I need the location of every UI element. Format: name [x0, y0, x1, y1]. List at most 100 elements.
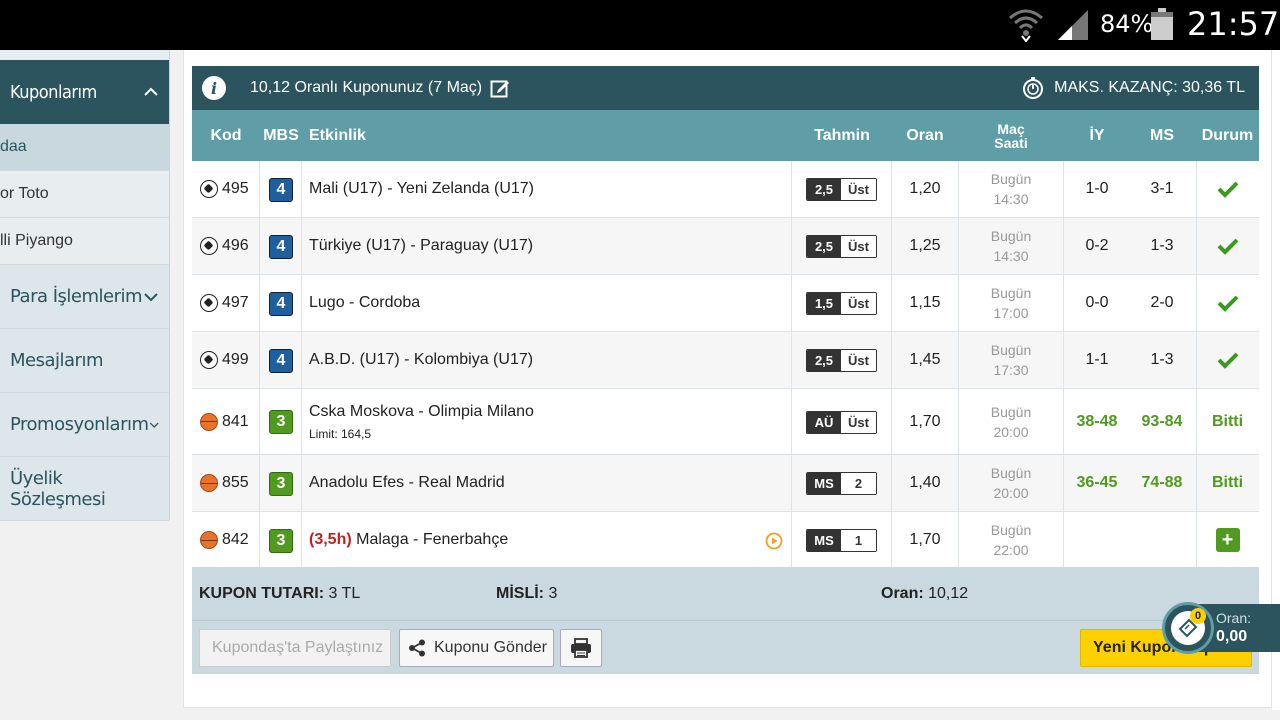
event[interactable]: Anadolu Efes - Real Madrid — [309, 455, 505, 511]
check-icon — [1217, 352, 1238, 369]
mbs-badge: 3 — [269, 410, 293, 434]
prediction-pill: 2,5 Üst — [806, 178, 877, 201]
table-row: 855 3 Anadolu Efes - Real Madrid MS 2 1,40 Bug… — [192, 455, 1259, 512]
status — [1196, 275, 1259, 331]
event[interactable]: Cska Moskova - Olimpia Milano Limit: 164,… — [309, 389, 534, 454]
mbs-badge: 3 — [269, 471, 293, 496]
half-time-score — [1065, 512, 1129, 568]
clock: 21:57 — [1187, 5, 1280, 43]
match-time: Bugün 22:00 — [990, 522, 1032, 558]
half-time-score: 0-2 — [1085, 237, 1109, 254]
coupon-title: 10,12 Oranlı Kuponunuz (7 Maç) — [250, 79, 483, 96]
share-icon — [409, 639, 425, 657]
sidebar-item-mesajlarim[interactable]: Mesajlarım — [0, 329, 169, 393]
battery-percent: 84% — [1100, 10, 1154, 38]
sidebar-subitem[interactable]: lli Piyango — [0, 218, 169, 265]
match-code: 496 — [200, 218, 249, 274]
floating-oran-label: Oran: — [1216, 610, 1252, 626]
match-time: Bugün 20:00 — [990, 465, 1032, 501]
event[interactable]: Mali (U17) - Yeni Zelanda (U17) — [309, 161, 534, 217]
odds: 1,15 — [909, 294, 941, 311]
half-time-score: 1-1 — [1085, 351, 1109, 368]
status — [1196, 161, 1259, 217]
sidebar-subitem[interactable]: daa — [0, 124, 169, 171]
match-code: 497 — [200, 275, 249, 331]
floating-coupon-widget[interactable]: 0 Oran: 0,00 — [1162, 602, 1280, 654]
match-code: 841 — [200, 389, 249, 454]
live-play-icon[interactable] — [765, 532, 783, 550]
event-name: A.B.D. (U17) - Kolombiya (U17) — [309, 351, 534, 368]
event[interactable]: Türkiye (U17) - Paraguay (U17) — [309, 218, 533, 274]
tutar-value: 3 TL — [328, 584, 361, 602]
table-row: 841 3 Cska Moskova - Olimpia Milano Limit: … — [192, 389, 1259, 455]
event-name: Cska Moskova - Olimpia Milano — [309, 402, 534, 420]
full-time-score: 2-0 — [1150, 294, 1174, 311]
misli-value: 3 — [548, 584, 558, 602]
half-time-score: 38-48 — [1076, 412, 1118, 430]
table-row: 495 4 Mali (U17) - Yeni Zelanda (U17) 2,5 Üs… — [192, 161, 1259, 218]
sidebar-item-uyelik-sozlesmesi[interactable]: Üyelik Sözleşmesi — [0, 457, 169, 521]
status: + — [1196, 512, 1259, 568]
coupon-header: i 10,12 Oranlı Kuponunuz (7 Maç) MAKS. K… — [192, 66, 1259, 110]
signal-icon — [1058, 10, 1088, 40]
check-icon — [1217, 295, 1238, 312]
mbs-badge: 4 — [269, 234, 293, 259]
edit-icon[interactable] — [490, 78, 510, 98]
plus-icon[interactable]: + — [1215, 528, 1240, 552]
mbs-badge: 4 — [269, 177, 293, 202]
event[interactable]: (3,5h) Malaga - Fenerbahçe — [309, 512, 508, 568]
full-time-score: 74-88 — [1141, 474, 1183, 491]
status: Bitti — [1211, 474, 1244, 491]
coupon-actions: Kupondaş'ta Paylaştınız Kuponu Gönder Ye… — [192, 620, 1259, 674]
chevron-down-icon — [144, 292, 158, 301]
half-time-score: 36-45 — [1076, 474, 1118, 491]
sidebar-subitem[interactable]: or Toto — [0, 171, 169, 218]
sidebar-header-kuponlarim[interactable]: Kuponlarım — [0, 60, 169, 124]
match-code: 495 — [200, 161, 249, 217]
status-bar: 84% 21:57 — [0, 0, 1280, 50]
full-time-score — [1129, 512, 1195, 568]
match-code: 499 — [200, 332, 249, 388]
soccer-ball-icon — [200, 351, 218, 369]
match-time: Bugün 14:30 — [990, 228, 1032, 264]
prediction-pill: 2,5 Üst — [806, 235, 877, 258]
col-mbs: MBS — [263, 126, 299, 144]
check-icon — [1217, 238, 1238, 255]
full-time-score: 1-3 — [1150, 237, 1174, 254]
half-time-score: 0-0 — [1085, 294, 1109, 311]
half-time-score: 1-0 — [1085, 180, 1109, 197]
send-coupon-button[interactable]: Kuponu Gönder — [399, 629, 554, 667]
odds: 1,70 — [909, 412, 941, 430]
sidebar-item-para-islemlerim[interactable]: Para İşlemlerim — [0, 265, 169, 329]
prediction-pill: 2,5 Üst — [806, 349, 877, 372]
soccer-ball-icon — [200, 180, 218, 198]
match-time: Bugün 20:00 — [990, 403, 1032, 440]
print-button[interactable] — [560, 629, 602, 667]
match-time: Bugün 17:30 — [990, 342, 1032, 378]
event-name: Türkiye (U17) - Paraguay (U17) — [309, 237, 534, 254]
prediction-pill: MS 1 — [806, 529, 877, 552]
full-time-score: 93-84 — [1141, 412, 1183, 430]
basketball-icon — [200, 531, 218, 549]
status — [1196, 332, 1259, 388]
table-row: 842 3 (3,5h) Malaga - Fenerbahçe MS 1 1,70 Bug… — [192, 512, 1259, 569]
match-time: Bugün 14:30 — [990, 171, 1032, 207]
basketball-icon — [200, 412, 218, 431]
share-kupondas-button[interactable]: Kupondaş'ta Paylaştınız — [199, 629, 391, 667]
chevron-up-icon — [144, 87, 158, 96]
col-oran: Oran — [906, 126, 944, 144]
prediction-pill: AÜ Üst — [806, 410, 877, 434]
event-limit: Limit: 164,5 — [309, 426, 372, 441]
event[interactable]: A.B.D. (U17) - Kolombiya (U17) — [309, 332, 533, 388]
soccer-ball-icon — [200, 294, 218, 312]
sidebar: Kuponlarım daa or Toto lli Piyango Para … — [0, 50, 170, 521]
info-icon[interactable]: i — [202, 76, 226, 100]
sidebar-item-promosyonlarim[interactable]: Promosyonlarım — [0, 393, 169, 457]
table-row: 499 4 A.B.D. (U17) - Kolombiya (U17) 2,5 Üst… — [192, 332, 1259, 389]
event[interactable]: Lugo - Cordoba — [309, 275, 420, 331]
mbs-badge: 4 — [269, 291, 293, 316]
table-row: 496 4 Türkiye (U17) - Paraguay (U17) 2,5 Üst… — [192, 218, 1259, 275]
max-win: MAKS. KAZANÇ: 30,36 TL — [1054, 79, 1245, 96]
event-name: Lugo - Cordoba — [309, 294, 421, 311]
status — [1196, 218, 1259, 274]
